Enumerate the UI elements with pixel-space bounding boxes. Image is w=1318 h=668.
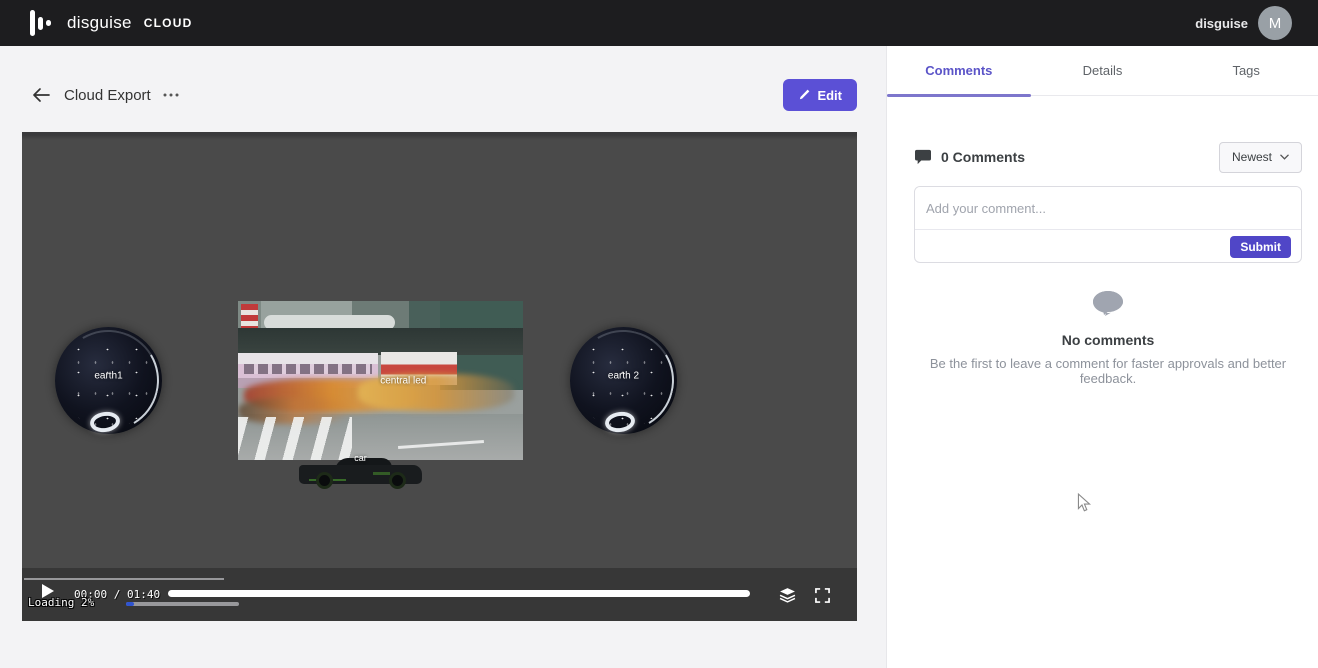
brand: disguise CLOUD [30,10,192,36]
layers-icon [779,587,796,604]
comment-bubble-icon [914,149,932,165]
player-controls: 00:00 / 01:40 Loading 2% [22,568,857,621]
edit-button-label: Edit [817,88,842,103]
object-label-earth2: earth 2 [608,371,639,382]
main-content: Cloud Export Edit earth1 [0,46,886,668]
fullscreen-button[interactable] [812,585,832,605]
side-panel: Comments Details Tags 0 Comments Newest … [886,46,1318,668]
sort-dropdown[interactable]: Newest [1219,142,1302,173]
empty-comment-bubble-icon [1092,304,1124,321]
car-accent [373,472,390,475]
loading-overlay: Loading 2% [28,596,94,609]
panel-tabs: Comments Details Tags [887,46,1318,96]
empty-state-subtitle: Be the first to leave a comment for fast… [914,356,1302,386]
video-object-car: car [299,451,422,489]
object-label-car: car [354,453,367,463]
loading-progress-bar [126,602,239,606]
topbar-user-area: disguise M [1195,6,1292,40]
page-header: Cloud Export Edit [30,79,857,111]
tab-details[interactable]: Details [1031,46,1175,95]
brand-suffix: CLOUD [144,16,193,30]
disguise-logo-icon [30,10,51,36]
topbar: disguise CLOUD disguise M [0,0,1318,46]
video-player: earth1 central led [22,132,857,621]
empty-state: No comments Be the first to leave a comm… [914,290,1302,386]
car-wheel [389,472,406,489]
mouse-cursor [1077,493,1091,518]
submit-button[interactable]: Submit [1230,236,1291,258]
user-name: disguise [1195,16,1248,31]
avatar[interactable]: M [1258,6,1292,40]
arrow-left-icon [32,87,50,103]
back-button[interactable] [30,84,52,106]
object-label-central-led: central led [380,375,426,386]
loading-text: Loading 2% [28,596,94,609]
more-options-button[interactable] [163,93,179,97]
loading-progress-fill [126,602,134,606]
tab-comments[interactable]: Comments [887,46,1031,95]
comment-composer: Submit [914,186,1302,263]
tab-tags[interactable]: Tags [1174,46,1318,95]
avatar-initial: M [1269,15,1282,32]
ellipsis-icon [163,93,179,97]
fullscreen-icon [815,588,830,603]
empty-state-title: No comments [914,332,1302,348]
buffer-indicator [24,578,224,580]
composer-footer: Submit [915,229,1301,263]
pencil-icon [798,89,810,101]
video-canvas[interactable]: earth1 central led [22,132,857,568]
video-object-central-led: central led [238,301,523,460]
seek-bar[interactable] [168,590,750,597]
layers-button[interactable] [777,585,797,605]
page-title: Cloud Export [64,87,151,104]
brand-name: disguise [67,13,132,33]
edit-button[interactable]: Edit [783,79,857,111]
sort-dropdown-value: Newest [1232,150,1272,164]
comments-header: 0 Comments Newest [914,141,1302,173]
app-window: disguise CLOUD disguise M Cloud Export E… [0,0,1318,668]
object-label-earth1: earth1 [94,371,122,382]
video-object-earth2: earth 2 [570,327,677,434]
chevron-down-icon [1280,154,1289,160]
car-wheel [316,472,333,489]
comment-input[interactable] [915,187,1301,229]
video-object-earth1: earth1 [55,327,162,434]
comments-count: 0 Comments [941,149,1025,165]
